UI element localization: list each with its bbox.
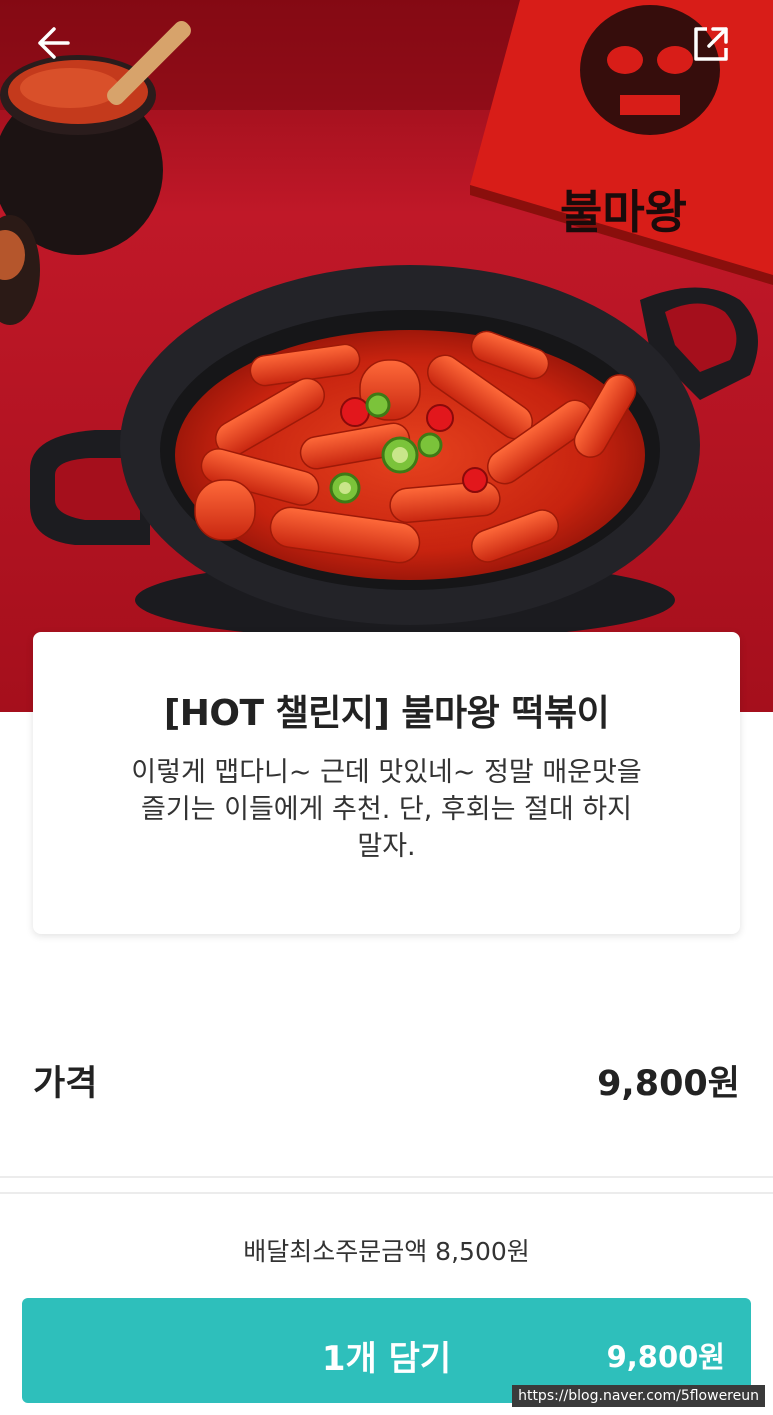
price-value: 9,800원 [597, 1063, 740, 1104]
price-row: 가격 9,800원 [33, 1050, 740, 1110]
product-title: [HOT 챌린지] 불마왕 떡볶이 [163, 693, 610, 734]
description-line: 즐기는 이들에게 추천. 단, 후회는 절대 하지 [141, 794, 632, 825]
package-title: 불마왕 [560, 185, 687, 239]
product-description: 이렇게 맵다니~ 근데 맛있네~ 정말 매운맛을 즐기는 이들에게 추천. 단,… [77, 754, 697, 865]
add-to-cart-price: 9,800원 [606, 1340, 725, 1374]
back-button[interactable] [34, 24, 82, 72]
blog-watermark: https://blog.naver.com/5flowereun [512, 1385, 765, 1407]
product-image: 불마왕 [0, 0, 773, 712]
share-external-icon [694, 27, 728, 61]
divider [0, 1192, 773, 1194]
description-line: 이렇게 맵다니~ 근데 맛있네~ 정말 매운맛을 [131, 757, 642, 788]
price-label: 가격 [33, 1063, 98, 1104]
description-line: 말자. [357, 831, 416, 862]
divider [0, 1176, 773, 1178]
food-photo-illustration: 불마왕 [0, 0, 773, 712]
product-info-card: [HOT 챌린지] 불마왕 떡볶이 이렇게 맵다니~ 근데 맛있네~ 정말 매운… [33, 632, 740, 934]
share-button[interactable] [691, 24, 739, 72]
min-order-amount: 배달최소주문금액 8,500원 [243, 1237, 530, 1266]
arrow-left-icon [38, 27, 70, 59]
